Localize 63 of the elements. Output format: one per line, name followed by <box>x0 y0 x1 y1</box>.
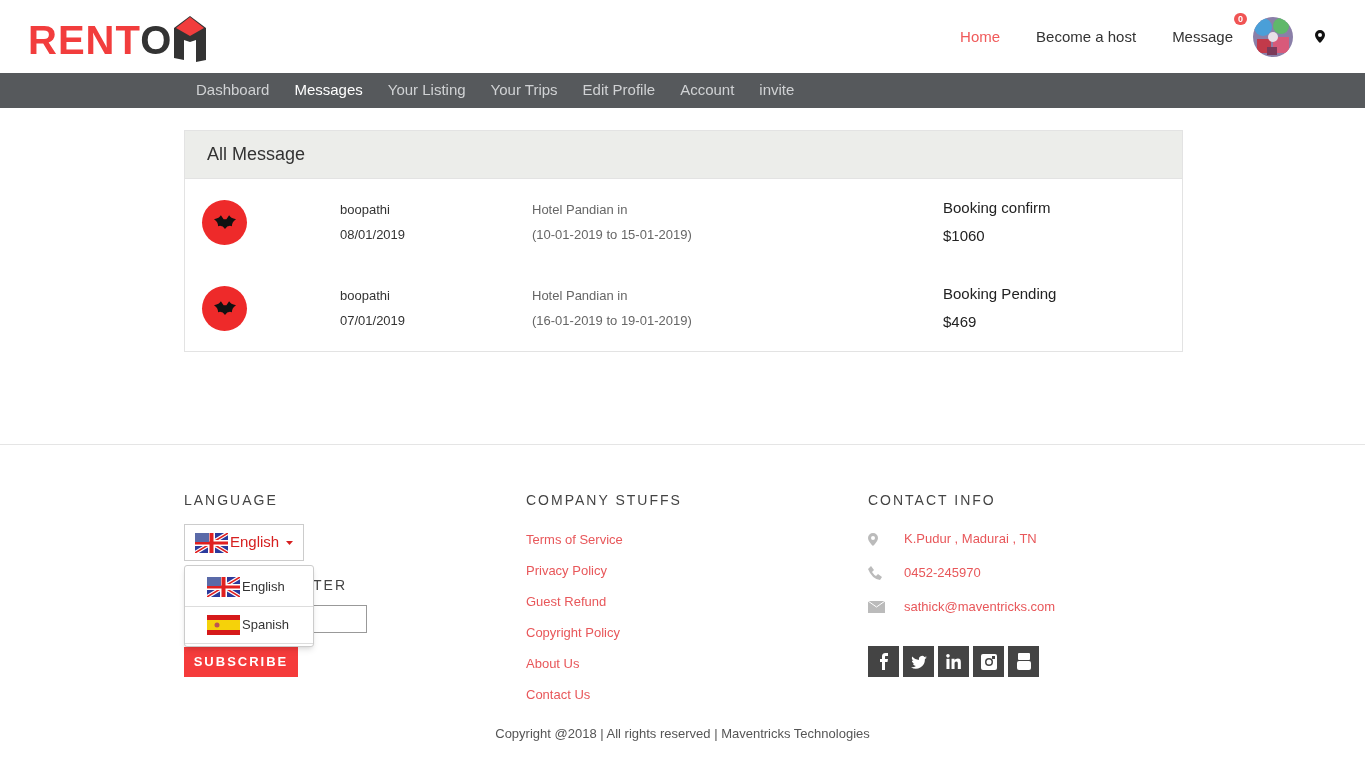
social-button[interactable] <box>973 646 1004 677</box>
location-pin-icon[interactable] <box>1315 30 1325 43</box>
message-date: 07/01/2019 <box>340 312 407 330</box>
language-option[interactable]: English <box>185 568 313 606</box>
section-heading: CONTACT INFO <box>868 491 997 510</box>
nav-tab[interactable]: Your Listing <box>387 79 466 102</box>
caret-icon <box>286 540 294 545</box>
house-icon <box>172 13 209 62</box>
nav-tab[interactable]: Messages <box>294 79 363 102</box>
notification-badge: 0 <box>1234 12 1247 25</box>
bat-icon <box>213 215 236 229</box>
booking-status: Booking Pending <box>943 283 1057 304</box>
location-pin-icon <box>868 532 878 546</box>
footer-link[interactable]: Privacy Policy <box>526 562 868 579</box>
phone-icon <box>868 566 882 580</box>
booking-amount: $469 <box>943 312 978 332</box>
nav-link[interactable]: Message <box>1172 27 1233 45</box>
section-heading: COMPANY STUFFS <box>526 491 683 510</box>
footer-link[interactable]: Terms of Service <box>526 531 868 548</box>
flag-icon <box>195 532 228 553</box>
contact-link[interactable]: sathick@maventricks.com <box>904 597 1056 617</box>
social-button[interactable] <box>938 646 969 677</box>
copyright-text: Copyright @2018 | All rights reserved | Maventricks Technologies <box>495 726 870 741</box>
footer-link[interactable]: About Us <box>526 655 868 672</box>
contact-link[interactable]: K.Pudur , Madurai , TN <box>904 529 1037 549</box>
booking-dates: (10-01-2019 to 15-01-2019) <box>532 226 693 244</box>
nav-link[interactable]: Home <box>960 27 1001 45</box>
section-heading: LANGUAGE <box>184 491 279 510</box>
booking-status: Booking confirm <box>943 197 1051 218</box>
language-option[interactable]: Spanish <box>185 606 313 644</box>
nav-tab[interactable]: Edit Profile <box>582 79 656 102</box>
social-button[interactable] <box>903 646 934 677</box>
nav-tab[interactable]: invite <box>759 79 795 102</box>
nav-link[interactable]: Become a host <box>1036 27 1137 45</box>
flag-icon <box>207 615 240 635</box>
envelope-icon <box>868 601 885 613</box>
booking-amount: $1060 <box>943 226 986 246</box>
social-button[interactable] <box>1008 646 1039 677</box>
section-heading: TER <box>313 576 347 595</box>
footer-link[interactable]: Copyright Policy <box>526 624 868 641</box>
facebook-icon <box>879 653 888 670</box>
sender-name: boopathi <box>340 286 391 305</box>
bird-icon <box>910 654 927 669</box>
footer-link[interactable]: Contact Us <box>526 686 868 703</box>
message-date: 08/01/2019 <box>340 226 407 244</box>
contact-link[interactable]: 0452-245970 <box>904 563 981 583</box>
nav-tab[interactable]: Dashboard <box>196 79 270 102</box>
linkedin-icon <box>946 654 961 669</box>
camera-icon <box>980 653 997 670</box>
social-button[interactable] <box>868 646 899 677</box>
booking-dates: (16-01-2019 to 19-01-2019) <box>532 312 693 330</box>
sender-name: boopathi <box>340 200 391 219</box>
subscribe-button[interactable]: SUBSCRIBE <box>184 647 298 677</box>
language-dropdown[interactable]: English <box>184 524 305 561</box>
listing-name: Hotel Pandian in <box>532 286 629 305</box>
nav-tab[interactable]: Account <box>680 79 735 102</box>
panel-title: All Message <box>207 143 306 166</box>
nav-tab[interactable]: Your Trips <box>490 79 558 102</box>
footer-link[interactable]: Guest Refund <box>526 593 868 610</box>
bat-icon <box>213 301 236 315</box>
listing-name: Hotel Pandian in <box>532 200 629 219</box>
flag-icon <box>207 577 240 597</box>
logo-text: RENTO <box>28 19 173 60</box>
